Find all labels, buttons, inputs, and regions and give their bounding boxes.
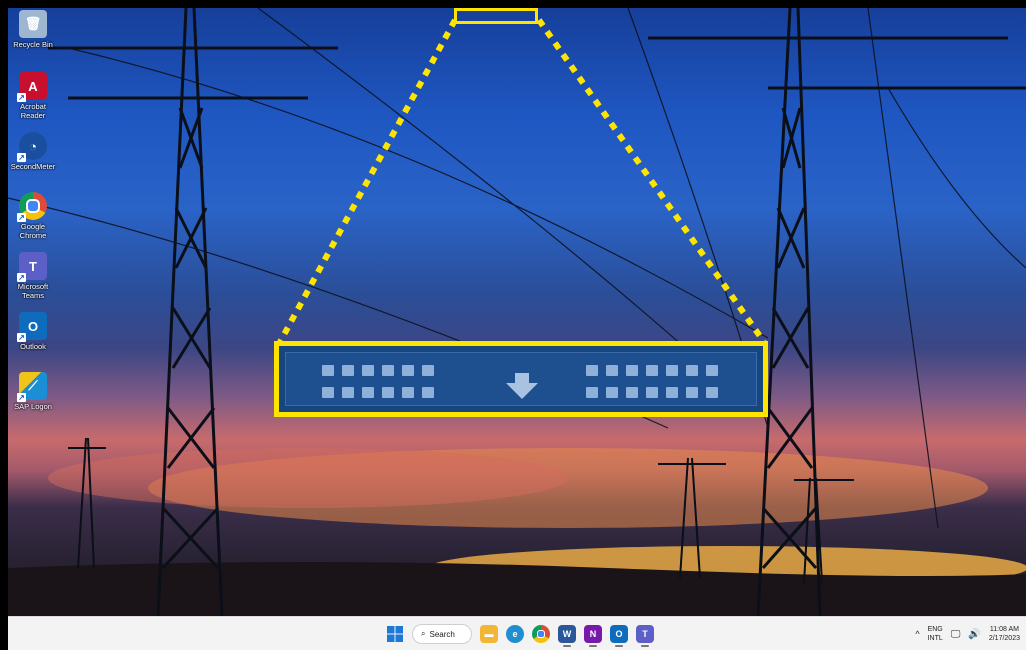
taskbar-edge[interactable]: e xyxy=(506,625,524,643)
clock-time: 11:08 AM xyxy=(989,626,1019,633)
google-chrome-icon: ↗ xyxy=(17,192,47,222)
start-button[interactable] xyxy=(386,625,404,643)
pixelated-text-row xyxy=(586,387,718,398)
desktop-icon-google-chrome[interactable]: ↗ Google Chrome xyxy=(10,192,56,240)
desktop-icon-outlook[interactable]: O ↗ Outlook xyxy=(10,312,56,351)
pixelated-text-row xyxy=(322,365,434,376)
taskbar-outlook[interactable]: O xyxy=(610,625,628,647)
power-towers-silhouette xyxy=(8,8,1026,616)
taskbar-word[interactable]: W xyxy=(558,625,576,647)
desktop-icon-secondmeter[interactable]: ◔ ↗ SecondMeter xyxy=(10,132,56,171)
sap-logon-icon: ⟋ ↗ xyxy=(17,372,47,402)
screenshot-frame: 🗑 Recycle Bin A ↗ Acrobat Reader ◔ ↗ Secon… xyxy=(0,0,1026,650)
desktop-icon-label: Acrobat Reader xyxy=(20,102,46,120)
taskbar-chrome[interactable] xyxy=(532,625,550,643)
acrobat-reader-icon: A ↗ xyxy=(17,72,47,102)
search-label: Search xyxy=(429,629,455,639)
pixelated-text-row xyxy=(586,365,718,376)
secondmeter-icon: ◔ ↗ xyxy=(17,132,47,162)
language-bottom: INTL xyxy=(927,635,943,642)
search-icon: ⌕ xyxy=(421,629,426,638)
windows-start-icon xyxy=(387,626,403,642)
taskbar-search-box[interactable]: ⌕ Search xyxy=(412,624,472,644)
language-indicator[interactable]: ENG INTL xyxy=(928,625,943,643)
desktop-icons: 🗑 Recycle Bin A ↗ Acrobat Reader ◔ ↗ Secon… xyxy=(8,8,68,428)
edge-icon: e xyxy=(512,629,518,639)
desktop-screen: 🗑 Recycle Bin A ↗ Acrobat Reader ◔ ↗ Secon… xyxy=(8,8,1026,650)
word-icon: W xyxy=(562,629,572,639)
teams-icon: T xyxy=(642,629,648,639)
zoomed-banner-callout xyxy=(274,341,768,417)
outlook-icon: O xyxy=(615,629,623,639)
desktop-icon-recycle-bin[interactable]: 🗑 Recycle Bin xyxy=(10,10,56,49)
zoom-connector-lines xyxy=(277,18,767,344)
desktop-icon-label: Outlook xyxy=(20,342,46,351)
system-tray: ^ ENG INTL 🖵 🔊 11:08 AM 2/17/2023 xyxy=(915,621,1020,647)
taskbar-onenote[interactable]: N xyxy=(584,625,602,647)
taskbar-file-explorer[interactable]: ▬ xyxy=(480,625,498,643)
outlook-icon: O ↗ xyxy=(17,312,47,342)
language-top: ENG xyxy=(927,626,943,633)
onenote-icon: N xyxy=(589,629,597,639)
taskbar-apps: ⌕ Search ▬ e W N O T xyxy=(386,623,654,647)
desktop-icon-label: SAP Logon xyxy=(14,402,52,411)
desktop-icon-label: Recycle Bin xyxy=(13,40,53,49)
desktop-icon-label: Google Chrome xyxy=(19,222,47,240)
desktop-icon-microsoft-teams[interactable]: T ↗ Microsoft Teams xyxy=(10,252,56,300)
taskbar: ⌕ Search ▬ e W N O T ^ ENG INTL 🖵 🔊 11:0… xyxy=(8,616,1026,650)
network-icon[interactable]: 🖵 xyxy=(951,629,961,640)
recycle-bin-icon: 🗑 xyxy=(19,10,47,38)
chrome-icon xyxy=(537,630,545,638)
microsoft-teams-icon: T ↗ xyxy=(17,252,47,282)
highlight-box-small xyxy=(454,8,538,24)
desktop-icon-sap-logon[interactable]: ⟋ ↗ SAP Logon xyxy=(10,372,56,411)
folder-icon: ▬ xyxy=(484,629,494,639)
volume-icon[interactable]: 🔊 xyxy=(968,629,980,640)
zoomed-banner-panel xyxy=(285,352,757,406)
download-arrow-icon xyxy=(506,373,538,399)
pixelated-text-row xyxy=(322,387,434,398)
desktop-icon-acrobat-reader[interactable]: A ↗ Acrobat Reader xyxy=(10,72,56,120)
clock-date: 2/17/2023 xyxy=(988,635,1020,642)
clock[interactable]: 11:08 AM 2/17/2023 xyxy=(989,625,1020,643)
desktop-wallpaper xyxy=(8,8,1026,616)
chevron-up-icon[interactable]: ^ xyxy=(915,629,919,639)
desktop-icon-label: Microsoft Teams xyxy=(17,282,49,300)
desktop-icon-label: SecondMeter xyxy=(10,162,56,171)
taskbar-teams[interactable]: T xyxy=(636,625,654,647)
